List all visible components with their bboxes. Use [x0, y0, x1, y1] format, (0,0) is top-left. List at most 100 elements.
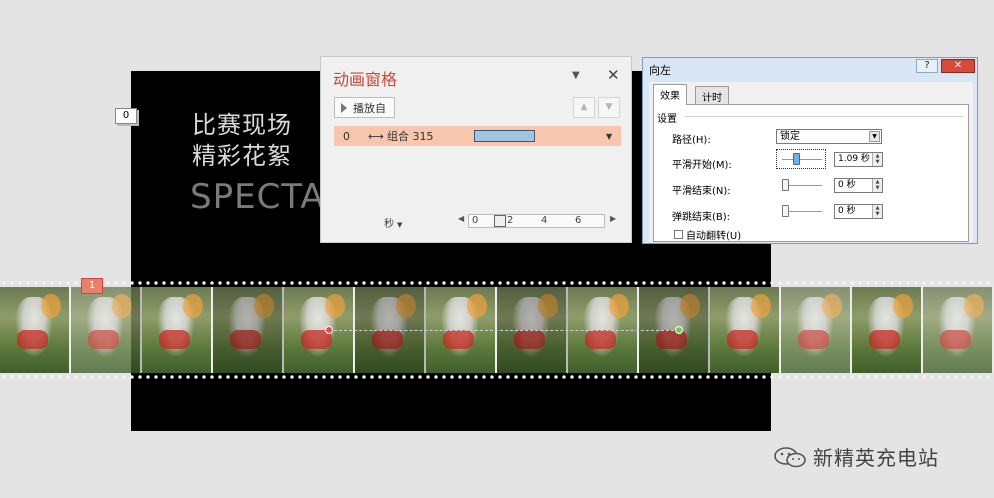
slide-subtitle[interactable]: SPECTA — [190, 177, 325, 217]
player-shorts — [727, 330, 759, 349]
pane-close-icon[interactable]: ✕ — [607, 66, 620, 84]
tab-effect[interactable]: 效果 — [653, 84, 687, 105]
smooth-start-slider[interactable] — [782, 153, 822, 165]
film-frame — [781, 287, 852, 373]
motion-path-line[interactable] — [329, 330, 679, 331]
player-shorts — [514, 330, 546, 349]
ball-figure — [538, 293, 558, 318]
bounce-end-spinner[interactable]: 0 秒 ▲ ▼ — [834, 204, 883, 219]
animation-list-item[interactable]: 0 ⟷ 组合 315 ▼ — [334, 126, 621, 146]
ball-figure — [467, 293, 487, 318]
film-frame — [71, 287, 142, 373]
film-frame — [710, 287, 781, 373]
bounce-end-label: 弹跳结束(B): — [672, 212, 731, 223]
path-select-value: 锁定 — [780, 131, 800, 142]
player-shorts — [159, 330, 191, 349]
player-shorts — [372, 330, 404, 349]
effect-options-dialog: 向左 ? ✕ 效果 计时 设置 路径(H): 锁定 ▼ 平滑开始(M): 1.0… — [642, 57, 978, 244]
player-shorts — [17, 330, 49, 349]
film-perforation-top — [0, 279, 994, 287]
timeline-scroll-thumb[interactable] — [494, 215, 506, 227]
ball-figure — [822, 293, 842, 318]
film-frame — [852, 287, 923, 373]
dialog-body: 效果 计时 设置 路径(H): 锁定 ▼ 平滑开始(M): 1.09 秒 ▲ ▼ … — [649, 82, 973, 242]
player-shorts — [869, 330, 901, 349]
settings-divider — [684, 116, 964, 117]
bounce-end-value: 0 秒 — [838, 206, 856, 216]
timeline-right-icon[interactable]: ▶ — [610, 214, 616, 223]
smooth-end-spinner[interactable]: 0 秒 ▲ ▼ — [834, 178, 883, 193]
timeline-tick: 2 — [507, 215, 514, 226]
smooth-start-value: 1.09 秒 — [838, 154, 870, 164]
dialog-title: 向左 — [649, 64, 671, 77]
dialog-close-button[interactable]: ✕ — [941, 59, 975, 73]
ball-figure — [680, 293, 700, 318]
animation-item-name: 组合 315 — [387, 130, 434, 143]
smooth-start-slider-knob[interactable] — [793, 153, 800, 165]
ball-figure — [254, 293, 274, 318]
path-select[interactable]: 锁定 ▼ — [776, 129, 882, 144]
player-shorts — [88, 330, 120, 349]
smooth-end-value: 0 秒 — [838, 180, 856, 190]
settings-group-label: 设置 — [657, 114, 677, 125]
dialog-help-button[interactable]: ? — [916, 59, 938, 73]
auto-reverse-checkbox-box[interactable] — [674, 230, 683, 239]
slide-title-line2: 精彩花絮 — [192, 142, 292, 170]
film-perforation-bottom — [0, 373, 994, 381]
spinner-arrows-icon[interactable]: ▲ ▼ — [872, 205, 882, 218]
move-up-button[interactable]: ▲ — [573, 97, 595, 118]
move-up-icon: ▲ — [580, 102, 588, 112]
smooth-start-spinner[interactable]: 1.09 秒 ▲ ▼ — [834, 152, 883, 167]
pane-options-chevron-down-icon[interactable]: ▼ — [572, 70, 580, 81]
timeline-tick: 6 — [575, 215, 582, 226]
move-down-button[interactable]: ▼ — [598, 97, 620, 118]
seconds-dropdown[interactable]: 秒 ▼ — [384, 215, 402, 230]
player-shorts — [940, 330, 972, 349]
animation-marker[interactable]: 1 — [81, 278, 103, 294]
timeline-tick: 0 — [472, 215, 479, 226]
ball-figure — [183, 293, 203, 318]
animation-pane-title: 动画窗格 — [333, 70, 398, 89]
ball-figure — [325, 293, 345, 318]
play-from-label: 播放自 — [353, 101, 386, 115]
ball-figure — [964, 293, 984, 318]
spinner-arrows-icon[interactable]: ▲ ▼ — [872, 153, 882, 166]
effect-tab-panel: 设置 路径(H): 锁定 ▼ 平滑开始(M): 1.09 秒 ▲ ▼ 平滑结束(N… — [653, 104, 969, 242]
player-shorts — [443, 330, 475, 349]
player-shorts — [230, 330, 262, 349]
watermark-text: 新精英充电站 — [813, 446, 939, 470]
ball-figure — [112, 293, 132, 318]
smooth-end-slider-knob[interactable] — [782, 179, 789, 191]
slide-title-line1: 比赛现场 — [192, 111, 292, 139]
film-frame — [0, 287, 71, 373]
spinner-arrows-icon[interactable]: ▲ ▼ — [872, 179, 882, 192]
ball-figure — [751, 293, 771, 318]
player-shorts — [798, 330, 830, 349]
player-shorts — [585, 330, 617, 349]
smooth-end-label: 平滑结束(N): — [672, 186, 731, 197]
move-down-icon: ▼ — [605, 102, 613, 112]
animation-item-index: 0 — [343, 129, 350, 143]
smooth-start-label: 平滑开始(M): — [672, 160, 732, 171]
animation-timing-bar[interactable] — [474, 130, 535, 142]
bounce-end-slider-knob[interactable] — [782, 205, 789, 217]
auto-reverse-label: 自动翻转(U) — [686, 231, 742, 242]
smooth-end-slider[interactable] — [782, 179, 822, 191]
play-from-button[interactable]: 播放自 — [334, 97, 395, 118]
bounce-end-slider[interactable] — [782, 205, 822, 217]
tab-timing[interactable]: 计时 — [695, 86, 729, 104]
motion-path-end-icon[interactable] — [675, 326, 683, 334]
seconds-label: 秒 — [384, 219, 394, 230]
play-icon — [341, 102, 347, 113]
film-frame — [213, 287, 284, 373]
slide-title[interactable]: 比赛现场 精彩花絮 — [192, 110, 292, 172]
motion-path-start-icon[interactable] — [325, 326, 333, 334]
motion-path-icon: ⟷ — [368, 129, 384, 143]
timeline-ruler[interactable]: 0 2 4 6 — [468, 214, 605, 228]
auto-reverse-checkbox[interactable]: 自动翻转(U) — [674, 227, 741, 242]
animation-item-chevron-down-icon[interactable]: ▼ — [606, 132, 612, 141]
ball-figure — [609, 293, 629, 318]
timeline-left-icon[interactable]: ◀ — [458, 214, 464, 223]
ball-figure — [41, 293, 61, 318]
ball-figure — [893, 293, 913, 318]
